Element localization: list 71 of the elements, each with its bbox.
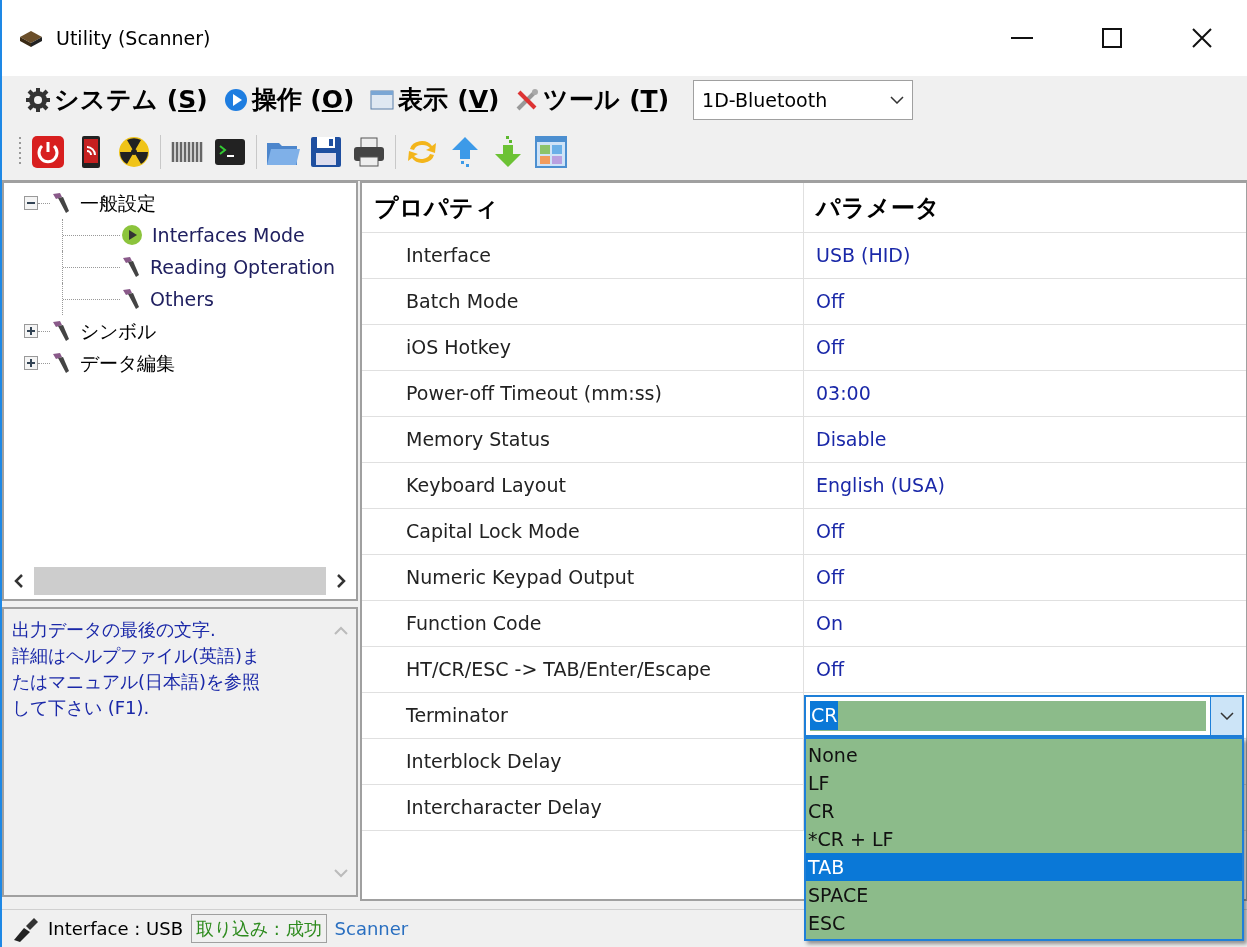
power-icon[interactable]: [31, 135, 65, 169]
interface-status: Interface : USB: [48, 917, 184, 941]
load-status: 取り込み : 成功: [191, 914, 327, 943]
dropdown-option[interactable]: *CR + LF: [806, 825, 1242, 853]
property-name: Keyboard Layout: [362, 463, 804, 508]
save-icon[interactable]: [309, 135, 343, 169]
window-icon: [370, 88, 395, 112]
property-name: iOS Hotkey: [362, 325, 804, 370]
collapse-icon[interactable]: [24, 196, 38, 210]
property-name: Intercharacter Delay: [362, 785, 804, 830]
dropdown-option[interactable]: ESC: [806, 909, 1242, 937]
column-header: パラメータ: [814, 192, 941, 224]
printer-icon[interactable]: [352, 135, 386, 169]
model-dropdown[interactable]: 1D-Bluetooth: [693, 80, 914, 120]
menu-item[interactable]: ツール (T): [515, 78, 670, 122]
property-name: Power-off Timeout (mm:ss): [362, 371, 804, 416]
expand-icon[interactable]: [24, 356, 38, 370]
dropdown-option[interactable]: TAB: [806, 853, 1242, 881]
tree-item[interactable]: Interfaces Mode: [152, 220, 305, 250]
property-value: USB (HID): [815, 243, 911, 269]
tree-item[interactable]: データ編集: [80, 348, 175, 378]
tree-item[interactable]: Others: [150, 284, 214, 314]
help-text: 出力データの最後の文字. 詳細はヘルプファイル(英語)ま たはマニュアル(日本語)を参照 して下さい (F1).: [11, 618, 262, 720]
tree-item[interactable]: シンボル: [80, 316, 156, 346]
menu-item[interactable]: システム (S): [26, 78, 208, 122]
tools-icon: [515, 88, 540, 112]
menu-item[interactable]: 表示 (V): [370, 78, 500, 122]
chevron-down-icon: [1219, 711, 1234, 720]
property-value: English (USA): [815, 473, 945, 499]
maximize-icon: [1102, 28, 1122, 48]
chevron-down-icon: [890, 96, 905, 104]
layout-window-icon[interactable]: [534, 135, 568, 169]
tree-item[interactable]: 一般設定: [80, 188, 156, 218]
scroll-right-icon[interactable]: [334, 573, 348, 589]
horizontal-scrollbar-thumb[interactable]: [34, 567, 326, 595]
minimize-icon: [1011, 37, 1033, 39]
scroll-left-icon[interactable]: [12, 573, 26, 589]
menu-item[interactable]: 操作 (O): [223, 78, 355, 122]
property-value: Off: [815, 335, 845, 361]
radiation-icon[interactable]: [117, 135, 151, 169]
property-value: Off: [815, 565, 845, 591]
property-name: Interface: [362, 233, 804, 278]
tree-item[interactable]: Reading Opteration: [150, 252, 336, 282]
property-name: Memory Status: [362, 417, 804, 462]
column-header: プロパティ: [362, 183, 804, 232]
property-name: Interblock Delay: [362, 739, 804, 784]
property-name: HT/CR/ESC -> TAB/Enter/Escape: [362, 647, 804, 692]
property-value: Off: [815, 519, 845, 545]
play-icon: [223, 88, 248, 112]
property-name: Numeric Keypad Output: [362, 555, 804, 600]
gear-icon: [26, 88, 50, 112]
close-icon: [1192, 28, 1212, 48]
dropdown-option[interactable]: SPACE: [806, 881, 1242, 909]
property-value: Off: [815, 289, 845, 315]
scanner-icon: [50, 320, 72, 342]
dropdown-option[interactable]: None: [806, 741, 1242, 769]
property-name: Capital Lock Mode: [362, 509, 804, 554]
window-title: Utility (Scanner): [56, 25, 211, 51]
property-value: On: [815, 611, 843, 637]
property-value: Disable: [815, 427, 887, 453]
property-value: Off: [815, 657, 845, 683]
dropdown-option[interactable]: CR: [806, 797, 1242, 825]
terminator-dropdown[interactable]: CR: [804, 694, 1244, 737]
dropdown-option[interactable]: LF: [806, 769, 1242, 797]
property-value: 03:00: [815, 381, 871, 407]
scanner-icon: [50, 352, 72, 374]
property-name: Function Code: [362, 601, 804, 646]
scanner-icon: [50, 192, 72, 214]
expand-icon[interactable]: [24, 324, 38, 338]
property-name: Batch Mode: [362, 279, 804, 324]
device-status: Scanner: [334, 917, 409, 941]
